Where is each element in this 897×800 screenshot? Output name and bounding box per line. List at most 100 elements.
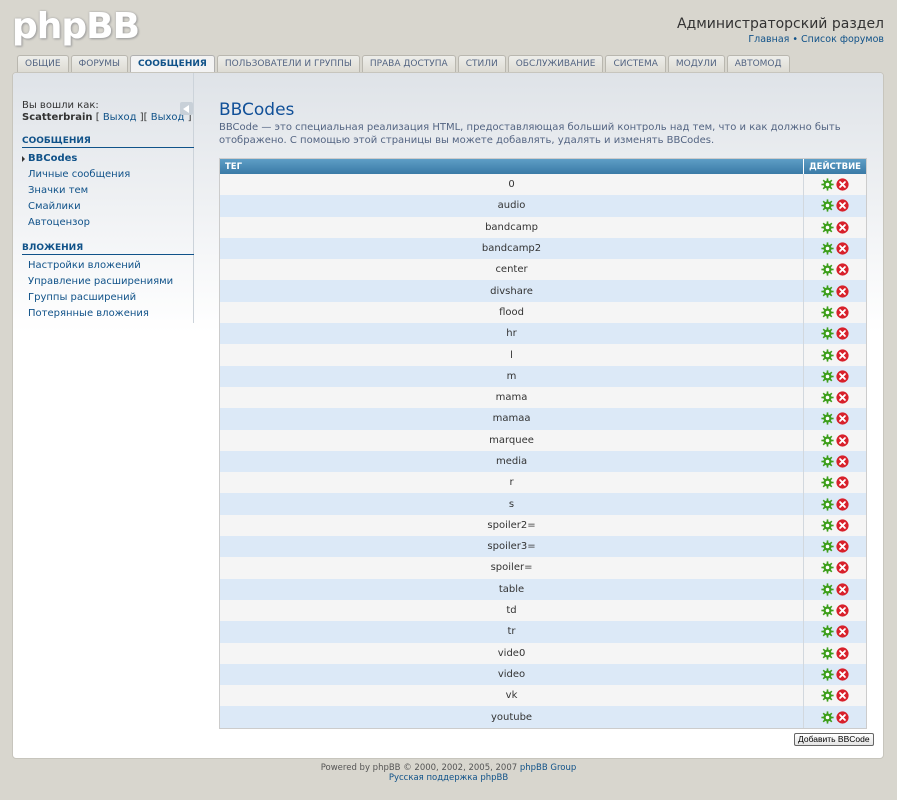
sidebar-item[interactable]: Управление расширениями xyxy=(28,276,173,287)
delete-icon[interactable] xyxy=(836,178,849,191)
gear-icon[interactable] xyxy=(821,285,834,298)
row-actions xyxy=(804,280,866,301)
row-actions xyxy=(804,706,866,727)
row-actions xyxy=(804,493,866,514)
bbcode-tag: hr xyxy=(220,323,805,345)
delete-icon[interactable] xyxy=(836,710,849,724)
bbcode-tag: td xyxy=(220,599,805,622)
delete-icon[interactable] xyxy=(836,498,849,511)
gear-icon[interactable] xyxy=(821,583,834,596)
table-row: l xyxy=(220,344,866,366)
home-link[interactable]: Главная xyxy=(748,34,789,45)
gear-icon[interactable] xyxy=(821,178,834,191)
gear-icon[interactable] xyxy=(821,689,834,702)
tab-0[interactable]: Общие xyxy=(17,55,69,73)
delete-icon[interactable] xyxy=(836,668,849,681)
bbcode-tag: media xyxy=(220,450,805,473)
gear-icon[interactable] xyxy=(821,604,834,617)
delete-icon[interactable] xyxy=(836,242,849,255)
tab-8[interactable]: Модули xyxy=(667,55,725,73)
row-actions xyxy=(804,430,866,451)
sidebar-item[interactable]: Личные сообщения xyxy=(28,169,130,180)
gear-icon[interactable] xyxy=(821,434,834,447)
delete-icon[interactable] xyxy=(836,604,849,617)
gear-icon[interactable] xyxy=(821,498,834,511)
gear-icon[interactable] xyxy=(821,242,834,255)
delete-icon[interactable] xyxy=(836,455,849,468)
gear-icon[interactable] xyxy=(821,710,834,724)
tab-9[interactable]: Автомод xyxy=(726,55,790,73)
gear-icon[interactable] xyxy=(821,221,834,234)
sidebar-item[interactable]: Группы расширений xyxy=(28,292,136,303)
menu-section-title: Вложения xyxy=(22,243,194,255)
gear-icon[interactable] xyxy=(821,199,834,213)
delete-icon[interactable] xyxy=(836,306,849,319)
sidebar-item[interactable]: BBCodes xyxy=(21,153,77,164)
bbcode-tag: vide0 xyxy=(220,642,805,664)
gear-icon[interactable] xyxy=(821,540,834,553)
table-row: mama xyxy=(220,386,866,409)
tab-1[interactable]: Форумы xyxy=(70,55,128,73)
gear-icon[interactable] xyxy=(821,519,834,532)
row-actions xyxy=(804,685,866,706)
delete-icon[interactable] xyxy=(836,391,849,404)
gear-icon[interactable] xyxy=(821,476,834,489)
footer-powered-text: Powered by phpBB © 2000, 2002, 2005, 200… xyxy=(320,763,520,773)
delete-icon[interactable] xyxy=(836,370,849,383)
bbcode-tag: 0 xyxy=(220,174,805,196)
delete-icon[interactable] xyxy=(836,221,849,234)
bbcode-tag: audio xyxy=(220,195,805,217)
bbcode-tag: l xyxy=(220,344,805,366)
delete-icon[interactable] xyxy=(836,434,849,447)
delete-icon[interactable] xyxy=(836,263,849,276)
collapse-sidebar-icon[interactable] xyxy=(180,102,193,115)
delete-icon[interactable] xyxy=(836,519,849,532)
tab-6[interactable]: Обслуживание xyxy=(507,55,604,73)
sidebar-item[interactable]: Потерянные вложения xyxy=(28,308,149,319)
tab-5[interactable]: Стили xyxy=(457,55,506,73)
gear-icon[interactable] xyxy=(821,668,834,681)
delete-icon[interactable] xyxy=(836,561,849,575)
gear-icon[interactable] xyxy=(821,647,834,660)
sidebar-item[interactable]: Настройки вложений xyxy=(28,260,141,271)
delete-icon[interactable] xyxy=(836,412,849,425)
bbcode-tag: table xyxy=(220,578,805,600)
delete-icon[interactable] xyxy=(836,583,849,596)
delete-icon[interactable] xyxy=(836,327,849,340)
gear-icon[interactable] xyxy=(821,370,834,383)
add-bbcode-button[interactable]: Добавить BBCode xyxy=(794,733,874,746)
table-row: table xyxy=(220,578,866,600)
sidebar-item[interactable]: Автоцензор xyxy=(28,217,90,228)
sidebar-item[interactable]: Значки тем xyxy=(28,185,88,196)
tab-3[interactable]: Пользователи и группы xyxy=(216,55,360,73)
bbcode-table: Тег Действие 0 audio bandcamp bandcamp2 cent… xyxy=(219,158,867,729)
sidebar-item[interactable]: Смайлики xyxy=(28,201,81,212)
gear-icon[interactable] xyxy=(821,561,834,575)
phpbb-logo[interactable]: phpBB xyxy=(12,6,140,47)
table-row: spoiler3= xyxy=(220,536,866,558)
delete-icon[interactable] xyxy=(836,285,849,298)
delete-icon[interactable] xyxy=(836,348,849,362)
delete-icon[interactable] xyxy=(836,689,849,702)
gear-icon[interactable] xyxy=(821,263,834,276)
logout-link[interactable]: Выход xyxy=(103,112,137,123)
phpbb-group-link[interactable]: phpBB Group xyxy=(520,763,576,773)
bbcode-tag: mamaa xyxy=(220,408,805,430)
delete-icon[interactable] xyxy=(836,199,849,213)
gear-icon[interactable] xyxy=(821,348,834,362)
delete-icon[interactable] xyxy=(836,540,849,553)
delete-icon[interactable] xyxy=(836,476,849,489)
gear-icon[interactable] xyxy=(821,327,834,340)
bbcode-tag: center xyxy=(220,259,805,281)
gear-icon[interactable] xyxy=(821,455,834,468)
gear-icon[interactable] xyxy=(821,306,834,319)
tab-7[interactable]: Система xyxy=(605,55,666,73)
delete-icon[interactable] xyxy=(836,625,849,638)
tab-4[interactable]: Права доступа xyxy=(361,55,456,73)
gear-icon[interactable] xyxy=(821,412,834,425)
forum-list-link[interactable]: Список форумов xyxy=(801,34,884,45)
russian-support-link[interactable]: Русская поддержка phpBB xyxy=(389,773,508,783)
delete-icon[interactable] xyxy=(836,647,849,660)
gear-icon[interactable] xyxy=(821,391,834,404)
gear-icon[interactable] xyxy=(821,625,834,638)
